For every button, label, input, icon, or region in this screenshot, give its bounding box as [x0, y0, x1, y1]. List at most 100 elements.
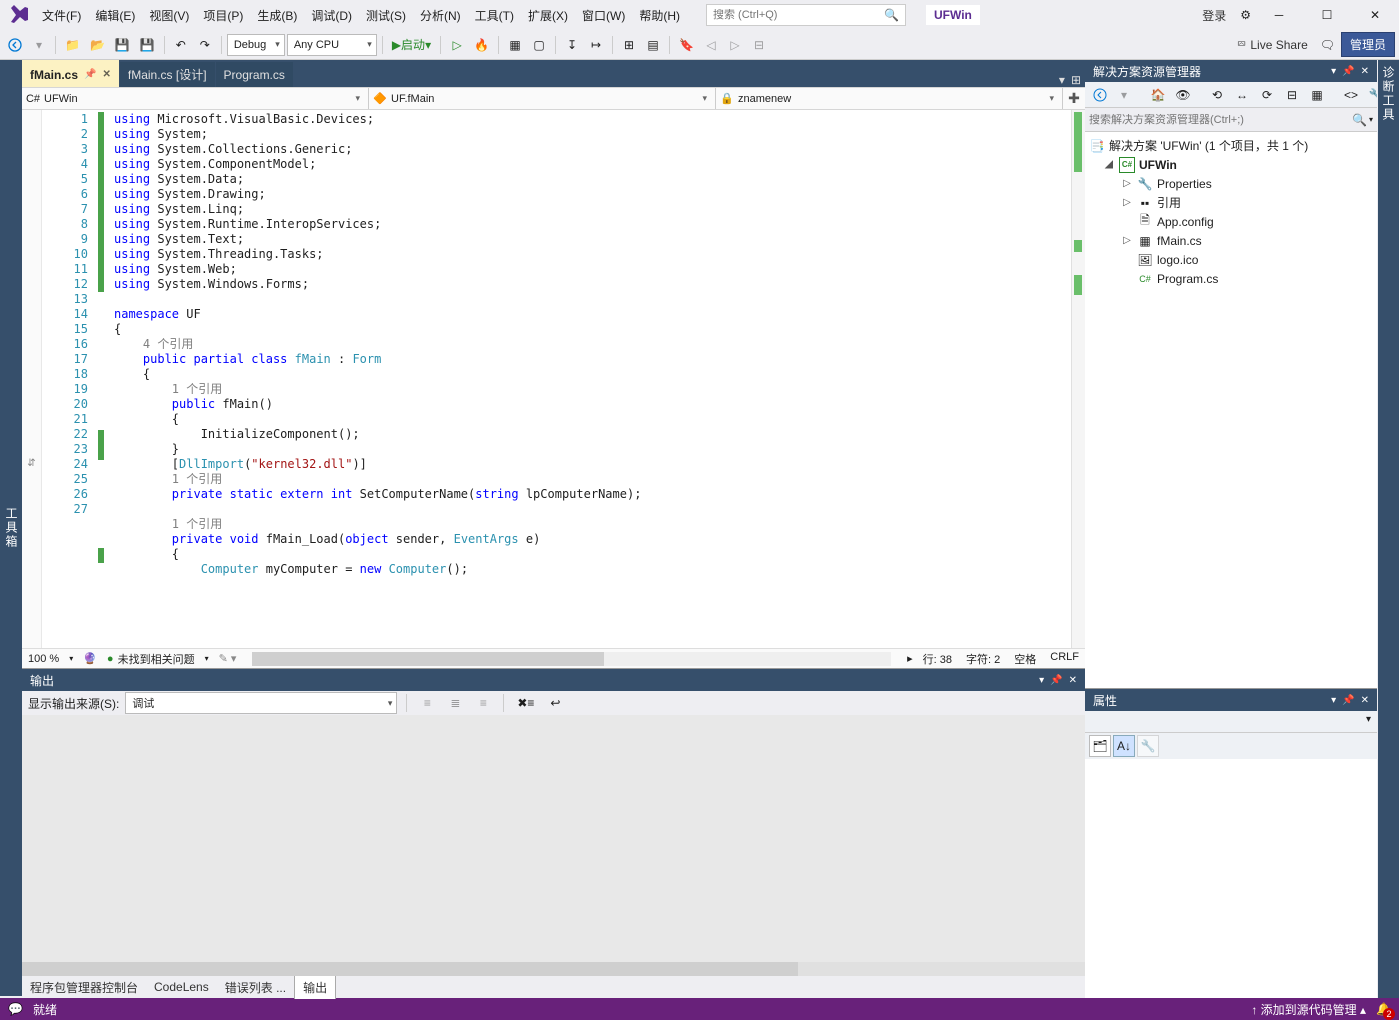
open-button[interactable]: 📂 [86, 34, 109, 56]
pin-icon[interactable]: 📌 [84, 69, 96, 80]
properties-header[interactable]: 属性 ▾📌✕ [1085, 689, 1377, 711]
toolbox-tab[interactable]: 工具箱 [1, 60, 22, 996]
save-all-button[interactable]: 💾 [136, 34, 159, 56]
menu-analyze[interactable]: 分析(N) [414, 3, 467, 28]
nav-project-combo[interactable]: C#UFWin [22, 88, 369, 109]
login-icon[interactable]: ⚙ [1240, 8, 1251, 22]
menu-view[interactable]: 视图(V) [143, 3, 195, 28]
step-into-button[interactable]: ↦ [585, 34, 607, 56]
tb-icon-3[interactable]: ⊞ [618, 34, 640, 56]
health-icon[interactable]: 🔮 [83, 652, 97, 665]
se-view-icon[interactable]: 👁 [1172, 84, 1194, 106]
tree-properties[interactable]: Properties [1157, 177, 1212, 191]
se-fwd-icon[interactable]: ▾ [1113, 84, 1135, 106]
back-button[interactable] [4, 34, 26, 56]
tb-icon-4[interactable]: ▤ [642, 34, 664, 56]
step-over-button[interactable]: ↧ [561, 34, 583, 56]
menu-project[interactable]: 项目(P) [197, 3, 249, 28]
se-showall-icon[interactable]: ▦ [1306, 84, 1328, 106]
solution-tree[interactable]: 📑解决方案 'UFWin' (1 个项目，共 1 个) ◢C#UFWin ▷🔧P… [1085, 132, 1377, 688]
login-link[interactable]: 登录 [1196, 3, 1232, 28]
diagnostics-tab[interactable]: 诊断工具 [1378, 60, 1399, 998]
tab-pkgmgr[interactable]: 程序包管理器控制台 [22, 976, 146, 999]
props-object-combo[interactable] [1085, 711, 1377, 733]
window-icon[interactable]: ⊞ [1071, 73, 1081, 87]
solution-badge[interactable]: UFWin [926, 5, 980, 25]
tab-overflow-icon[interactable]: ▾ [1059, 73, 1065, 87]
menu-debug[interactable]: 调试(D) [305, 3, 358, 28]
props-grid[interactable] [1085, 759, 1377, 998]
twisty-closed-icon[interactable]: ▷ [1121, 197, 1133, 208]
se-close-icon[interactable]: ✕ [1361, 66, 1369, 77]
props-close-icon[interactable]: ✕ [1361, 695, 1369, 706]
feedback-button[interactable]: 🗨 [1316, 34, 1339, 56]
maximize-button[interactable]: ☐ [1307, 2, 1347, 28]
output-source-combo[interactable]: 调试 [125, 692, 397, 714]
output-title[interactable]: 输出 ▾ 📌 ✕ [22, 669, 1085, 691]
panel-close-icon[interactable]: ✕ [1069, 675, 1077, 686]
solution-explorer-header[interactable]: 解决方案资源管理器 ▾📌✕ [1085, 60, 1377, 82]
props-az-button[interactable]: A↓ [1113, 735, 1135, 757]
minimize-button[interactable]: ─ [1259, 2, 1299, 28]
se-refresh-icon[interactable]: ⟳ [1256, 84, 1278, 106]
props-pin-icon[interactable]: 📌 [1342, 695, 1354, 706]
start-no-debug-button[interactable]: ▷ [446, 34, 468, 56]
output-hscroll[interactable] [22, 962, 1085, 976]
platform-combo[interactable]: Any CPU [287, 34, 377, 56]
se-menu-icon[interactable]: ▾ [1331, 66, 1336, 77]
se-home-icon[interactable]: 🏠 [1147, 84, 1169, 106]
code-editor[interactable]: ⇵ 12345678910111213141516171819202122232… [22, 110, 1085, 648]
tab-fmain-cs[interactable]: fMain.cs 📌 ✕ [22, 60, 119, 87]
menu-file[interactable]: 文件(F) [36, 3, 87, 28]
save-button[interactable]: 💾 [111, 34, 134, 56]
nav-class-combo[interactable]: 🔶UF.fMain [369, 88, 716, 109]
quick-search-input[interactable] [713, 9, 884, 21]
tab-errorlist[interactable]: 错误列表 ... [217, 976, 294, 999]
undo-button[interactable]: ↶ [170, 34, 192, 56]
clear-output-button[interactable]: ✖≡ [513, 692, 538, 714]
quick-search[interactable]: 🔍 [706, 4, 906, 26]
tb-icon-5[interactable]: 🔖 [675, 34, 698, 56]
se-back-icon[interactable] [1089, 84, 1111, 106]
menu-edit[interactable]: 编辑(E) [89, 3, 141, 28]
output-text-area[interactable] [22, 715, 1085, 962]
panel-menu-icon[interactable]: ▾ [1039, 675, 1044, 686]
new-project-button[interactable]: 📁 [61, 34, 84, 56]
close-button[interactable]: ✕ [1355, 2, 1395, 28]
twisty-open-icon[interactable]: ◢ [1103, 159, 1115, 170]
source-control-button[interactable]: ↑ 添加到源代码管理 ▴ [1251, 1001, 1366, 1018]
menu-extensions[interactable]: 扩展(X) [522, 3, 574, 28]
tb-icon-1[interactable]: ▦ [504, 34, 526, 56]
no-issues-indicator[interactable]: ●未找到相关问题 [107, 651, 195, 667]
se-search-input[interactable] [1089, 114, 1352, 126]
tab-fmain-design[interactable]: fMain.cs [设计] [120, 62, 215, 87]
se-sync-icon[interactable]: ⟲ [1206, 84, 1228, 106]
tree-solution-label[interactable]: 解决方案 'UFWin' (1 个项目，共 1 个) [1109, 137, 1308, 154]
code-content[interactable]: using Microsoft.VisualBasic.Devices;usin… [112, 110, 1071, 648]
menu-test[interactable]: 测试(S) [360, 3, 412, 28]
menu-tools[interactable]: 工具(T) [469, 3, 520, 28]
config-combo[interactable]: Debug [227, 34, 285, 56]
chat-icon[interactable]: 💬 [8, 1002, 23, 1016]
tree-program[interactable]: Program.cs [1157, 272, 1218, 286]
editor-hscroll[interactable] [252, 652, 891, 666]
tb-icon-7[interactable]: ▷ [724, 34, 746, 56]
se-collapse-icon[interactable]: ⊟ [1281, 84, 1303, 106]
datasource-tab[interactable]: 数据源 [0, 60, 1, 996]
hot-reload-button[interactable]: 🔥 [470, 34, 493, 56]
tb-icon-8[interactable]: ⊟ [748, 34, 770, 56]
out-btn-3[interactable]: ≡ [472, 692, 494, 714]
scroll-map[interactable] [1071, 110, 1085, 648]
live-share-button[interactable]: ⮹ Live Share [1231, 37, 1314, 52]
tab-codelens[interactable]: CodeLens [146, 977, 217, 997]
tree-fmain[interactable]: fMain.cs [1157, 234, 1202, 248]
wrap-output-button[interactable]: ↩ [544, 692, 566, 714]
nav-member-combo[interactable]: 🔒znamenew [716, 88, 1063, 109]
props-cat-button[interactable]: 🗂 [1089, 735, 1111, 757]
split-editor-button[interactable]: ✚ [1063, 88, 1085, 109]
tab-output[interactable]: 输出 [294, 975, 336, 999]
tree-logo[interactable]: logo.ico [1157, 253, 1198, 267]
twisty-closed-icon[interactable]: ▷ [1121, 235, 1133, 246]
tb-icon-6[interactable]: ◁ [700, 34, 722, 56]
notifications-button[interactable]: 🔔2 [1376, 1002, 1391, 1016]
